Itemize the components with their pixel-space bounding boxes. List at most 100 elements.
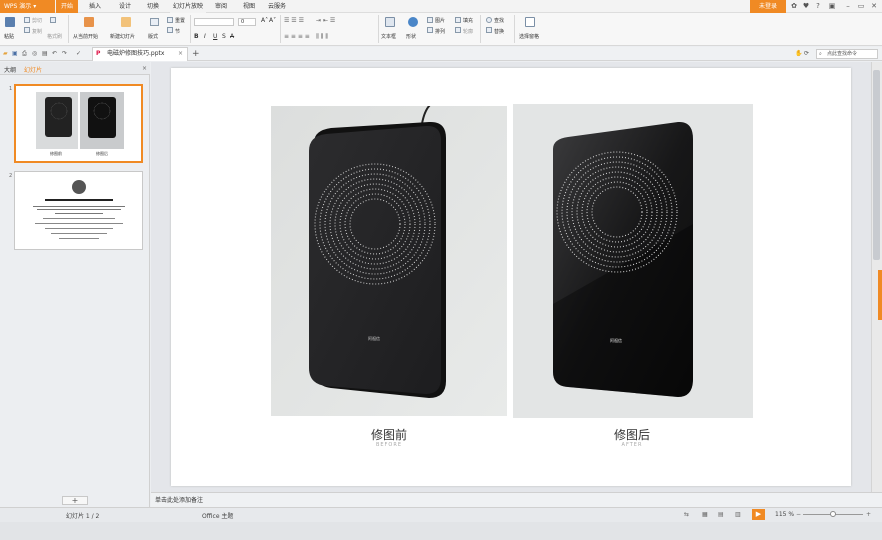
slide-canvas[interactable]: 阿祖信 阿祖信 修图前 BEFORE 修图后 AFTER [171, 68, 851, 486]
increase-font-icon[interactable]: A˄ [261, 17, 268, 24]
tab-view[interactable]: 视图 [238, 0, 260, 13]
outline-label[interactable]: 轮廓 [463, 28, 473, 35]
columns-icon[interactable]: ⫼ ⫼ ⫼ [316, 33, 328, 41]
underline-icon[interactable]: U [213, 33, 217, 40]
layout-label[interactable]: 版式 [148, 33, 158, 40]
close-tab-icon[interactable]: × [178, 48, 183, 60]
bold-icon[interactable]: B [194, 33, 199, 40]
restore-icon[interactable]: ▣ [826, 0, 838, 13]
hand-icon[interactable]: ✋ [795, 50, 802, 57]
shadow-icon[interactable]: S [222, 33, 226, 40]
bullets-icon[interactable]: ☰ ☰ ☰ [284, 17, 304, 24]
zoom-in-icon[interactable]: + [866, 511, 871, 518]
redo-icon[interactable]: ↷ [62, 50, 67, 57]
tab-design[interactable]: 设计 [114, 0, 136, 13]
arrange-label[interactable]: 排列 [435, 28, 445, 35]
fill-icon[interactable] [455, 17, 461, 23]
find-label[interactable]: 查找 [494, 17, 504, 24]
slide-thumbnail-1[interactable]: 修图前 修图后 [14, 84, 143, 163]
before-photo[interactable]: 阿祖信 [271, 106, 507, 416]
command-search-input[interactable]: ⌕ 点此查找命令 [816, 49, 878, 59]
sorter-view-icon[interactable]: ▤ [718, 511, 724, 518]
undo-icon[interactable]: ↶ [52, 50, 57, 57]
close-panel-icon[interactable]: × [142, 65, 147, 72]
normal-view-icon[interactable]: ▦ [702, 511, 708, 518]
decrease-font-icon[interactable]: A˅ [269, 17, 276, 24]
fill-label[interactable]: 填充 [463, 17, 473, 24]
strikethrough-icon[interactable]: A [230, 33, 234, 40]
new-slide-label[interactable]: 新建幻灯片 [110, 33, 135, 40]
reading-view-icon[interactable]: ▥ [735, 511, 741, 518]
font-name-input[interactable] [194, 18, 234, 26]
align-icon[interactable]: ≡ ≡ ≡ ≡ [284, 33, 310, 40]
notes-input[interactable]: 单击此处添加备注 [151, 492, 882, 507]
minimize-icon[interactable]: – [842, 0, 854, 13]
outline-icon[interactable] [455, 27, 461, 33]
zoom-slider-handle[interactable] [830, 511, 836, 517]
reset-label[interactable]: 重置 [175, 17, 185, 24]
maximize-icon[interactable]: ▭ [855, 0, 867, 13]
new-tab-button[interactable]: + [192, 47, 200, 61]
tab-slides[interactable]: 幻灯片 [24, 65, 42, 74]
help-icon[interactable]: ? [812, 0, 824, 13]
indent-icon[interactable]: ⇥ ⇤ ☰ [316, 17, 335, 24]
layout-icon[interactable] [150, 18, 159, 26]
format-painter-icon[interactable] [50, 17, 56, 23]
shape-label[interactable]: 形状 [406, 33, 416, 40]
after-subcaption[interactable]: AFTER [512, 442, 752, 448]
paste-icon[interactable] [5, 17, 15, 27]
tab-insert[interactable]: 插入 [84, 0, 106, 13]
after-caption[interactable]: 修图后 [512, 426, 752, 443]
reset-icon[interactable] [167, 17, 173, 23]
zoom-out-icon[interactable]: − [796, 511, 801, 518]
check-icon[interactable]: ✓ [76, 50, 81, 57]
picture-icon[interactable] [427, 17, 433, 23]
print-icon[interactable]: ⎙ [22, 50, 27, 58]
paste-label[interactable]: 粘贴 [4, 33, 14, 40]
after-photo[interactable]: 阿祖信 [513, 104, 753, 418]
find-icon[interactable] [486, 17, 492, 23]
section-icon[interactable] [167, 27, 173, 33]
play-from-current-icon[interactable] [84, 17, 94, 27]
italic-icon[interactable]: I [204, 33, 206, 40]
slide-thumbnail-2[interactable] [14, 171, 143, 250]
format-painter-label[interactable]: 格式刷 [47, 33, 62, 40]
section-label[interactable]: 节 [175, 28, 180, 35]
sync-icon[interactable]: ⟳ [804, 50, 809, 57]
add-slide-button[interactable]: + [62, 496, 88, 505]
arrange-icon[interactable] [427, 27, 433, 33]
preview-icon[interactable]: ◎ [32, 50, 37, 57]
skin-icon[interactable]: ✿ [788, 0, 800, 13]
document-tab[interactable]: P 电磁炉修图技巧.pptx × [92, 47, 188, 61]
text-box-label[interactable]: 文本框 [381, 33, 396, 40]
play-slideshow-button[interactable]: ▶ [752, 509, 765, 520]
from-current-label[interactable]: 从当前开始 [73, 33, 98, 40]
font-size-input[interactable]: 0 [238, 18, 256, 26]
app-menu-button[interactable]: WPS 演示 ▾ [0, 0, 55, 13]
new-slide-icon[interactable] [121, 17, 131, 27]
tab-cloud[interactable]: 云服务 [264, 0, 290, 13]
notes-toggle-icon[interactable]: ⇆ [684, 511, 689, 518]
replace-icon[interactable] [486, 27, 492, 33]
text-box-icon[interactable] [385, 17, 395, 27]
scrollbar-thumb[interactable] [873, 70, 880, 260]
tab-slideshow[interactable]: 幻灯片放映 [170, 0, 206, 13]
tab-outline[interactable]: 大纲 [4, 65, 16, 74]
tab-home[interactable]: 开始 [56, 0, 78, 13]
share-icon[interactable]: ♥ [800, 0, 812, 13]
replace-label[interactable]: 替换 [494, 28, 504, 35]
tab-review[interactable]: 审阅 [210, 0, 232, 13]
cut-label[interactable]: 剪切 [32, 17, 42, 24]
picture-label[interactable]: 图片 [435, 17, 445, 24]
tab-transition[interactable]: 切换 [142, 0, 164, 13]
shape-icon[interactable] [408, 17, 418, 27]
zoom-level[interactable]: 115 % [775, 511, 794, 518]
export-icon[interactable]: ▤ [42, 50, 48, 57]
select-pane-label[interactable]: 选择窗格 [519, 33, 539, 40]
save-icon[interactable]: ▣ [12, 50, 18, 57]
select-pane-icon[interactable] [525, 17, 535, 27]
login-button[interactable]: 未登录 [750, 0, 786, 13]
before-subcaption[interactable]: BEFORE [269, 442, 509, 448]
before-caption[interactable]: 修图前 [269, 426, 509, 443]
close-icon[interactable]: ✕ [868, 0, 880, 13]
